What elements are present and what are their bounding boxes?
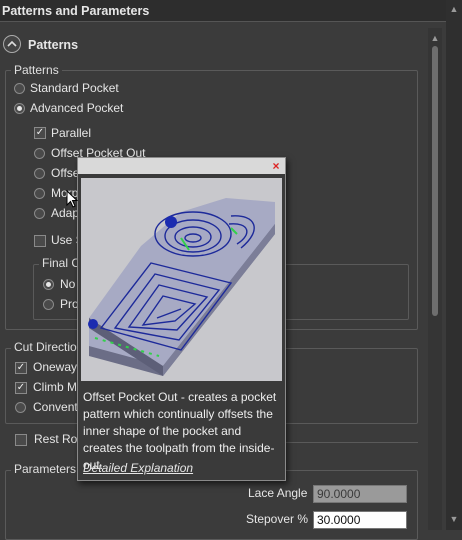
mouse-cursor-icon (66, 189, 79, 211)
adaptive-radio[interactable] (34, 208, 45, 219)
patterns-legend: Patterns (11, 63, 62, 77)
climb-checkbox[interactable]: ✓ (15, 382, 27, 394)
scroll-down-arrow-icon[interactable]: ▼ (447, 514, 461, 524)
oneway-label[interactable]: Oneway (33, 360, 77, 374)
lace-angle-input[interactable]: 90.0000 (313, 485, 407, 503)
final-pro-radio[interactable] (43, 299, 54, 310)
rest-checkbox[interactable] (15, 434, 27, 446)
collapse-up-icon[interactable] (3, 35, 21, 53)
stepover-label: Stepover % (246, 512, 309, 526)
scroll-up-arrow-icon[interactable]: ▲ (447, 4, 461, 14)
pattern-tooltip-popup: × Offset Pocket Out - creates a pocket p… (77, 157, 286, 481)
conventional-radio[interactable] (15, 402, 26, 413)
offset-radio[interactable] (34, 168, 45, 179)
final-no-label[interactable]: No (60, 277, 75, 291)
offset-label[interactable]: Offse (51, 166, 79, 180)
conventional-label[interactable]: Convent (33, 400, 78, 414)
section-title: Patterns (28, 38, 79, 52)
outer-scrollbar[interactable]: ▲ ▼ (446, 0, 462, 530)
lace-angle-label: Lace Angle (248, 486, 308, 500)
parallel-checkbox[interactable]: ✓ (34, 127, 46, 139)
panel-title: Patterns and Parameters (0, 0, 446, 22)
inner-scroll-thumb[interactable] (432, 46, 438, 316)
advanced-pocket-radio[interactable] (14, 103, 25, 114)
morph-radio[interactable] (34, 188, 45, 199)
stepover-input[interactable]: 30.0000 (313, 511, 407, 529)
close-icon[interactable]: × (270, 159, 282, 173)
detailed-explanation-link[interactable]: Detailed Explanation (83, 461, 193, 475)
final-pro-label[interactable]: Pro (60, 297, 79, 311)
offset-pocket-out-radio[interactable] (34, 148, 45, 159)
inner-scroll-up-icon[interactable]: ▲ (428, 33, 442, 43)
parallel-label[interactable]: Parallel (51, 126, 91, 140)
use-checkbox[interactable] (34, 235, 46, 247)
standard-pocket-radio[interactable] (14, 83, 25, 94)
climb-label[interactable]: Climb M (33, 380, 77, 394)
cut-direction-legend: Cut Directio (11, 340, 80, 354)
oneway-checkbox[interactable]: ✓ (15, 362, 27, 374)
popup-title-bar (78, 158, 285, 174)
parameters-legend: Parameters (11, 462, 80, 476)
advanced-pocket-label[interactable]: Advanced Pocket (30, 101, 123, 115)
standard-pocket-label[interactable]: Standard Pocket (30, 81, 119, 95)
final-no-radio[interactable] (43, 279, 54, 290)
offset-pocket-illustration (81, 178, 282, 381)
